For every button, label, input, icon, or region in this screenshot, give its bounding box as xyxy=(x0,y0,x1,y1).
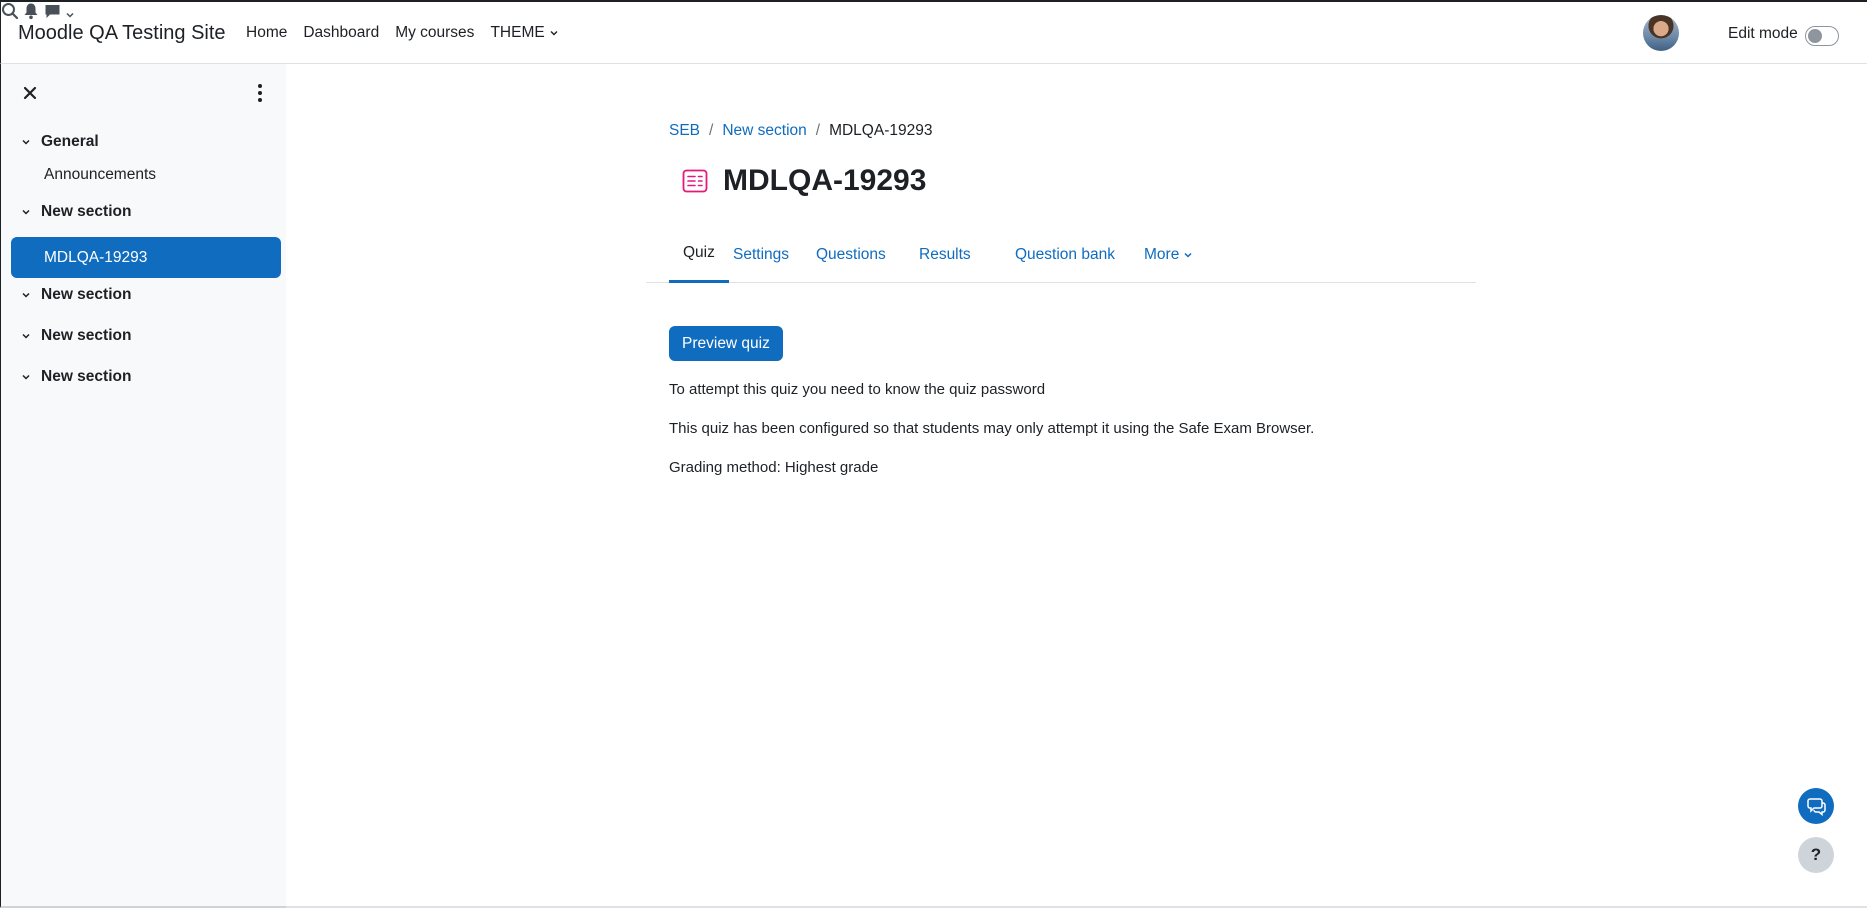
drawer-header xyxy=(1,64,286,124)
user-avatar[interactable] xyxy=(1643,15,1679,51)
quiz-icon xyxy=(681,167,709,195)
breadcrumb-separator: / xyxy=(815,122,821,139)
section-new-section-3[interactable]: New section xyxy=(19,318,131,354)
nav-home-link[interactable]: Home xyxy=(246,24,287,42)
edit-mode-label: Edit mode xyxy=(1728,25,1798,42)
breadcrumb: SEB / New section / MDLQA-19293 xyxy=(669,122,932,140)
close-drawer-button[interactable] xyxy=(21,84,39,102)
breadcrumb-link-new-section[interactable]: New section xyxy=(722,122,806,140)
main-content: SEB / New section / MDLQA-19293 MDLQA-19… xyxy=(286,64,1867,908)
breadcrumb-link-seb[interactable]: SEB xyxy=(669,122,700,140)
section-label: New section xyxy=(41,286,132,303)
section-label: New section xyxy=(41,203,132,220)
course-item-mdlqa-19293[interactable]: MDLQA-19293 xyxy=(11,237,281,278)
page-title: MDLQA-19293 xyxy=(723,164,927,197)
safe-exam-browser-notice: This quiz has been configured so that st… xyxy=(669,420,1315,437)
chevron-down-icon xyxy=(1184,252,1192,258)
nav-my-courses-link[interactable]: My courses xyxy=(395,24,474,42)
top-navbar: Moodle QA Testing Site Home Dashboard My… xyxy=(0,0,1867,64)
kebab-dot-icon xyxy=(258,98,262,102)
section-new-section-4[interactable]: New section xyxy=(19,359,131,395)
nav-theme-menu[interactable]: THEME xyxy=(490,24,558,42)
page-header: MDLQA-19293 xyxy=(681,164,926,198)
kebab-dot-icon xyxy=(258,91,262,95)
section-label: General xyxy=(41,133,99,150)
tab-more-label: More xyxy=(1144,245,1180,263)
section-new-section-1[interactable]: New section xyxy=(19,194,131,230)
toggle-knob xyxy=(1808,29,1822,43)
section-label: New section xyxy=(41,368,132,385)
secondary-navigation: Quiz Settings Questions Results Question… xyxy=(646,226,1476,283)
tab-question-bank[interactable]: Question bank xyxy=(1015,226,1115,283)
chevron-down-icon[interactable] xyxy=(19,370,33,384)
section-new-section-2[interactable]: New section xyxy=(19,277,131,313)
quiz-password-notice: To attempt this quiz you need to know th… xyxy=(669,381,1046,398)
chevron-down-icon[interactable] xyxy=(19,135,33,149)
chevron-down-icon[interactable] xyxy=(19,288,33,302)
tab-quiz[interactable]: Quiz xyxy=(669,226,729,283)
chat-bubbles-icon xyxy=(1807,798,1826,816)
chat-button[interactable] xyxy=(1798,788,1834,824)
course-item-announcements[interactable]: Announcements xyxy=(11,154,281,195)
site-brand[interactable]: Moodle QA Testing Site xyxy=(18,22,226,45)
chevron-down-icon[interactable] xyxy=(19,329,33,343)
grading-method-text: Grading method: Highest grade xyxy=(669,459,879,476)
chevron-down-icon xyxy=(550,31,558,36)
tab-more[interactable]: More xyxy=(1144,226,1193,283)
course-index-drawer: General Announcements New section MDLQA-… xyxy=(0,64,286,908)
breadcrumb-current: MDLQA-19293 xyxy=(829,122,933,139)
section-label: New section xyxy=(41,327,132,344)
help-button[interactable]: ? xyxy=(1798,837,1834,873)
preview-quiz-button[interactable]: Preview quiz xyxy=(669,326,783,361)
breadcrumb-separator: / xyxy=(709,122,714,139)
edit-mode-toggle[interactable] xyxy=(1805,26,1839,46)
theme-menu-label: THEME xyxy=(490,24,545,41)
tab-results[interactable]: Results xyxy=(919,226,971,283)
nav-dashboard-link[interactable]: Dashboard xyxy=(303,24,379,42)
close-icon xyxy=(23,86,37,100)
chevron-down-icon[interactable] xyxy=(19,205,33,219)
kebab-dot-icon xyxy=(258,84,262,88)
course-index-options-button[interactable] xyxy=(251,82,269,104)
tab-settings[interactable]: Settings xyxy=(733,226,789,283)
primary-navigation: Home Dashboard My courses THEME xyxy=(246,24,575,42)
tab-questions[interactable]: Questions xyxy=(816,226,886,283)
